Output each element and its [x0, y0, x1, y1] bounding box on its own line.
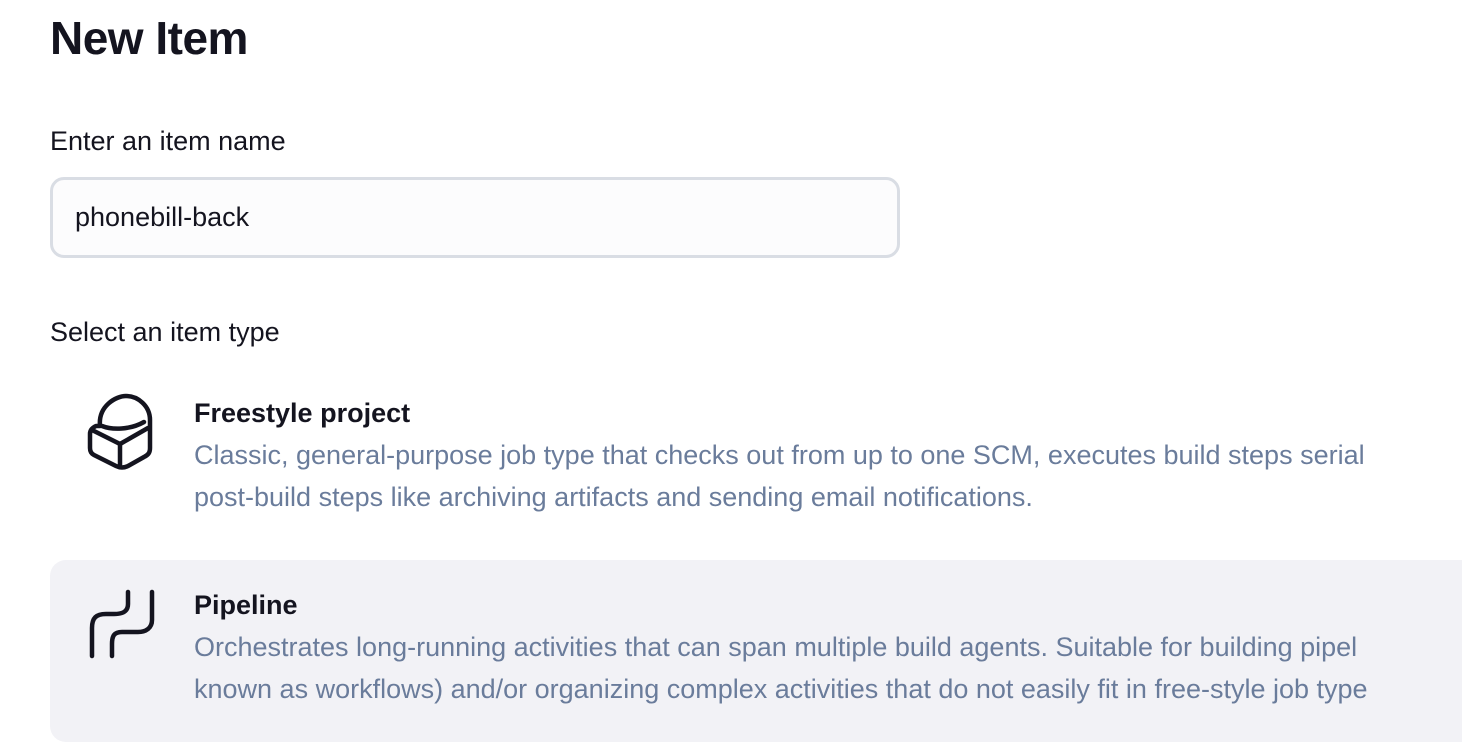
item-type-description: Classic, general-purpose job type that c…	[194, 434, 1462, 518]
item-type-label: Select an item type	[50, 317, 280, 347]
pipeline-icon	[86, 588, 158, 668]
item-type-pipeline[interactable]: Pipeline Orchestrates long-running activ…	[50, 560, 1462, 742]
item-type-name: Pipeline	[194, 590, 298, 620]
item-type-name: Freestyle project	[194, 398, 411, 428]
description-line: post-build steps like archiving artifact…	[194, 482, 1033, 512]
item-type-description: Orchestrates long-running activities tha…	[194, 626, 1462, 710]
item-name-input[interactable]	[50, 177, 900, 258]
description-line: Classic, general-purpose job type that c…	[194, 440, 1365, 470]
description-line: Orchestrates long-running activities tha…	[194, 632, 1358, 662]
item-name-label: Enter an item name	[50, 126, 286, 156]
new-item-page: New Item Enter an item name Select an it…	[0, 0, 1462, 748]
box-icon	[86, 392, 158, 472]
description-line: known as workflows) and/or organizing co…	[194, 674, 1368, 704]
page-title: New Item	[50, 12, 248, 64]
item-type-freestyle-project[interactable]: Freestyle project Classic, general-purpo…	[50, 376, 1462, 538]
